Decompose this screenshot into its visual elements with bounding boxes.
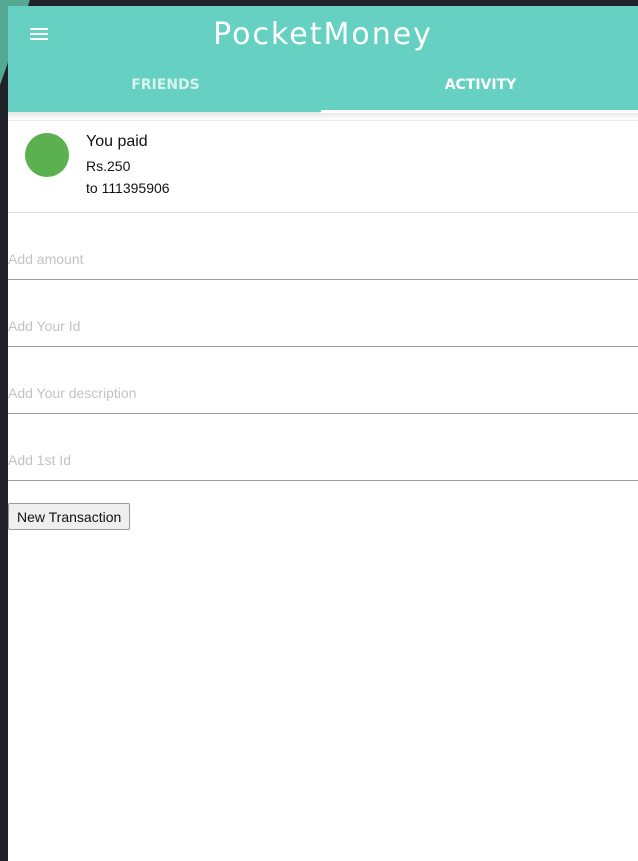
tab-activity[interactable]: ACTIVITY bbox=[323, 64, 638, 112]
your-id-input[interactable] bbox=[8, 318, 628, 334]
first-id-field-container bbox=[8, 414, 638, 481]
description-field-container bbox=[8, 347, 638, 414]
tab-indicator bbox=[321, 110, 638, 113]
activity-amount: Rs.250 bbox=[86, 158, 131, 174]
new-transaction-button[interactable]: New Transaction bbox=[8, 503, 131, 530]
first-id-input[interactable] bbox=[8, 452, 628, 468]
tab-friends[interactable]: FRIENDS bbox=[8, 64, 323, 112]
tab-bar: FRIENDS ACTIVITY bbox=[8, 64, 638, 112]
amount-input[interactable] bbox=[8, 251, 628, 267]
activity-title: You paid bbox=[86, 133, 148, 150]
your-id-field-container bbox=[8, 280, 638, 347]
app-window: PocketMoney FRIENDS ACTIVITY You paid Rs… bbox=[8, 6, 638, 861]
activity-item[interactable]: You paid Rs.250 to 111395906 bbox=[8, 120, 638, 213]
amount-field-container bbox=[8, 213, 638, 280]
description-input[interactable] bbox=[8, 385, 628, 401]
tab-shadow bbox=[8, 112, 638, 120]
app-title: PocketMoney bbox=[213, 17, 433, 52]
activity-recipient: to 111395906 bbox=[86, 180, 170, 196]
app-bar: PocketMoney FRIENDS ACTIVITY bbox=[8, 6, 638, 113]
avatar bbox=[25, 133, 69, 177]
